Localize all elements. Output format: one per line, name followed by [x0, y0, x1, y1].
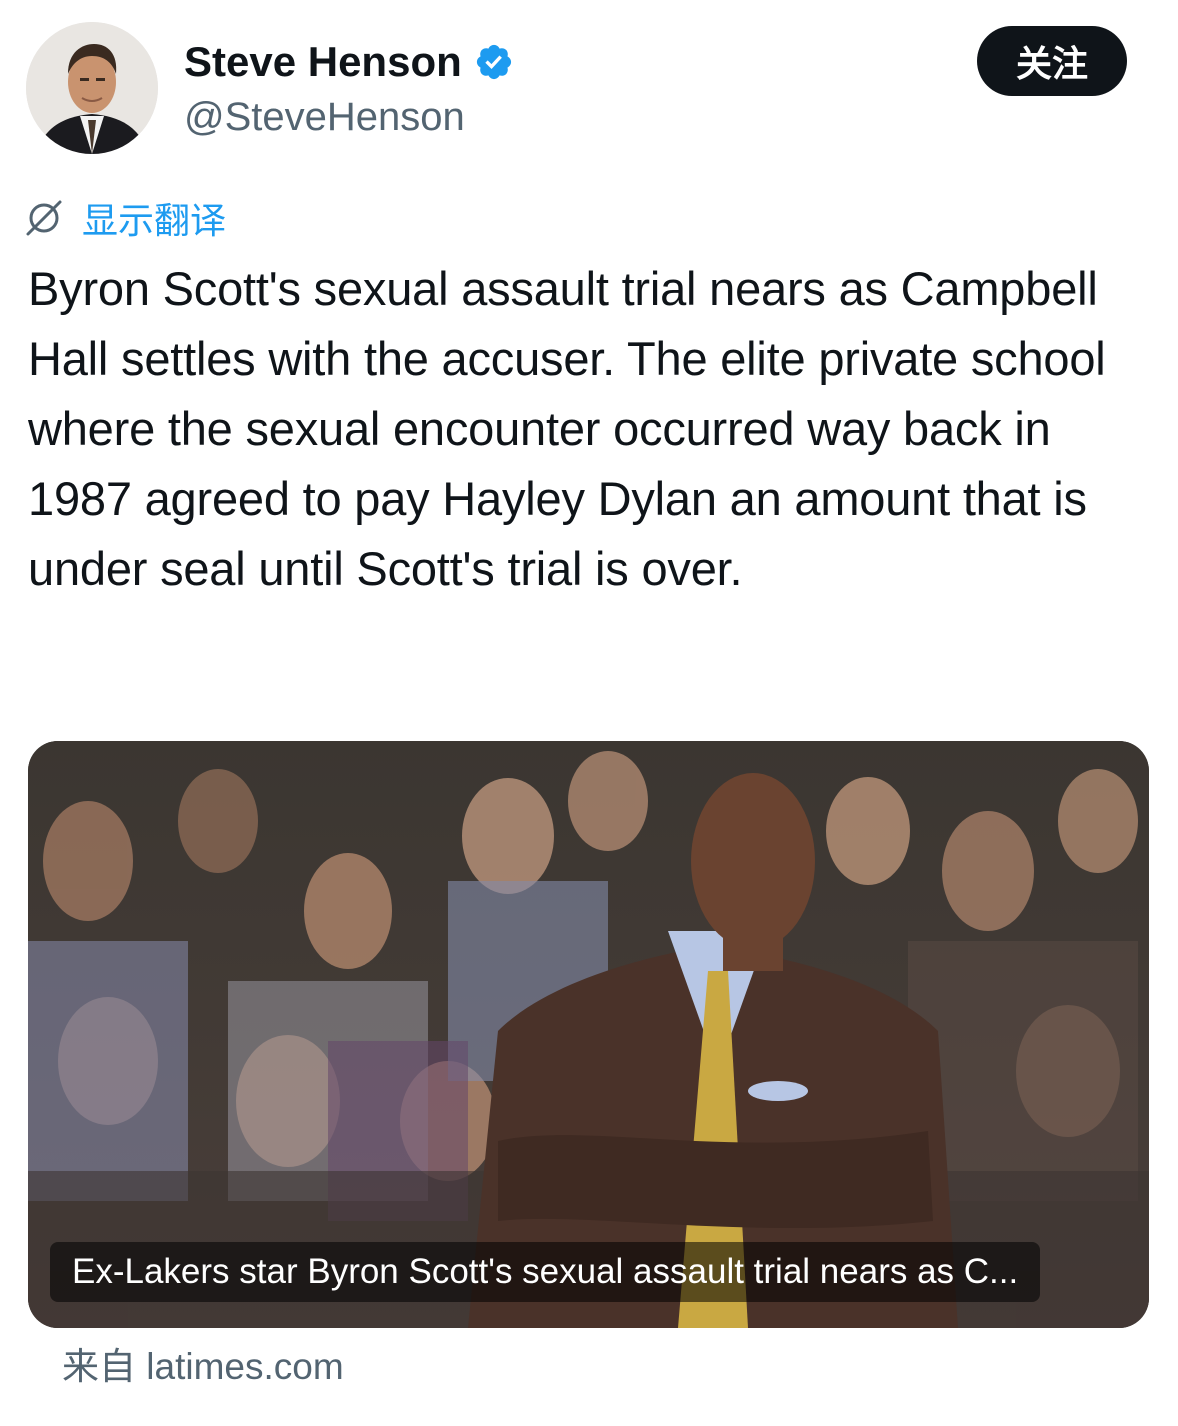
verified-badge-icon [476, 44, 511, 80]
author-name-text: Steve Henson [184, 38, 462, 85]
show-translation-label: 显示翻译 [82, 201, 227, 242]
tweet-text: Byron Scott's sexual assault trial nears… [28, 262, 1106, 595]
author-avatar[interactable] [26, 22, 158, 154]
link-card-image [28, 741, 1149, 1328]
link-card[interactable]: Ex-Lakers star Byron Scott's sexual assa… [28, 741, 1149, 1328]
avatar-image [26, 22, 158, 154]
source-domain: latimes.com [146, 1346, 344, 1387]
link-source[interactable]: 来自 latimes.com [62, 1344, 344, 1390]
translate-icon [26, 200, 62, 236]
follow-button[interactable]: 关注 [977, 26, 1127, 96]
source-prefix: 来自 [62, 1345, 136, 1388]
show-translation-link[interactable]: 显示翻译 [24, 196, 226, 242]
author-display-name[interactable]: Steve Henson [184, 36, 514, 88]
link-card-caption: Ex-Lakers star Byron Scott's sexual assa… [50, 1242, 1041, 1302]
author-handle[interactable]: @SteveHenson [184, 92, 465, 142]
